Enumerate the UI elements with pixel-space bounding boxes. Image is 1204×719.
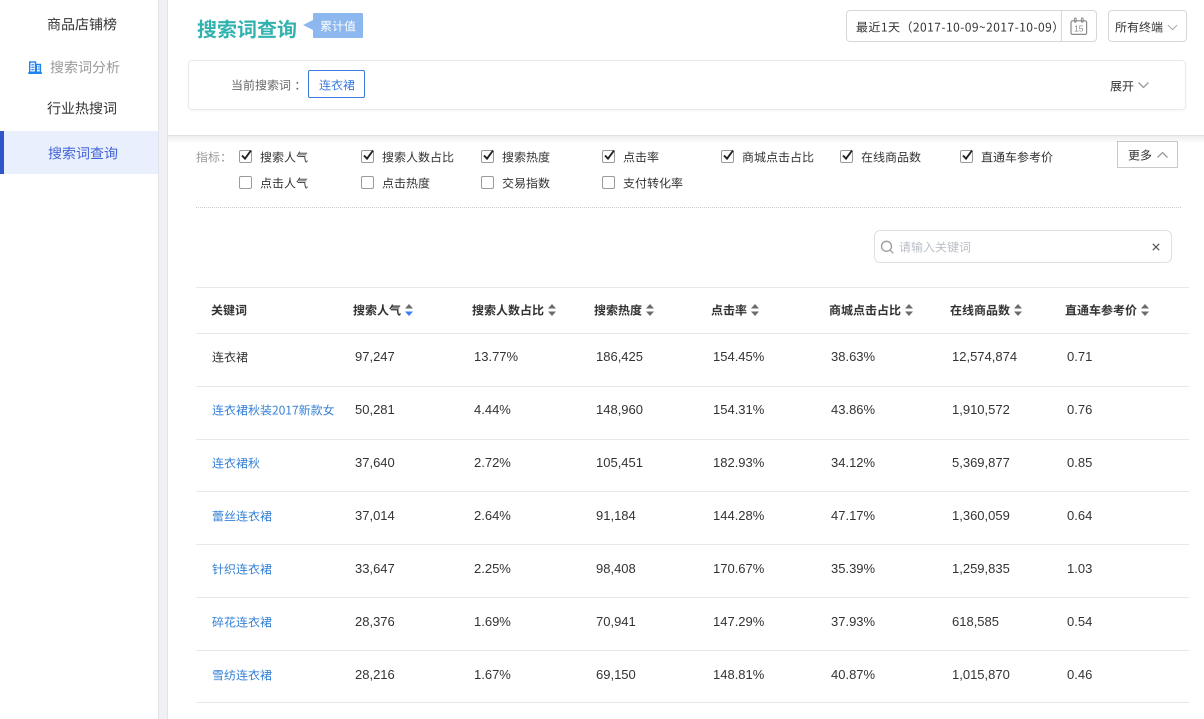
svg-text:15: 15 [1074,23,1084,33]
